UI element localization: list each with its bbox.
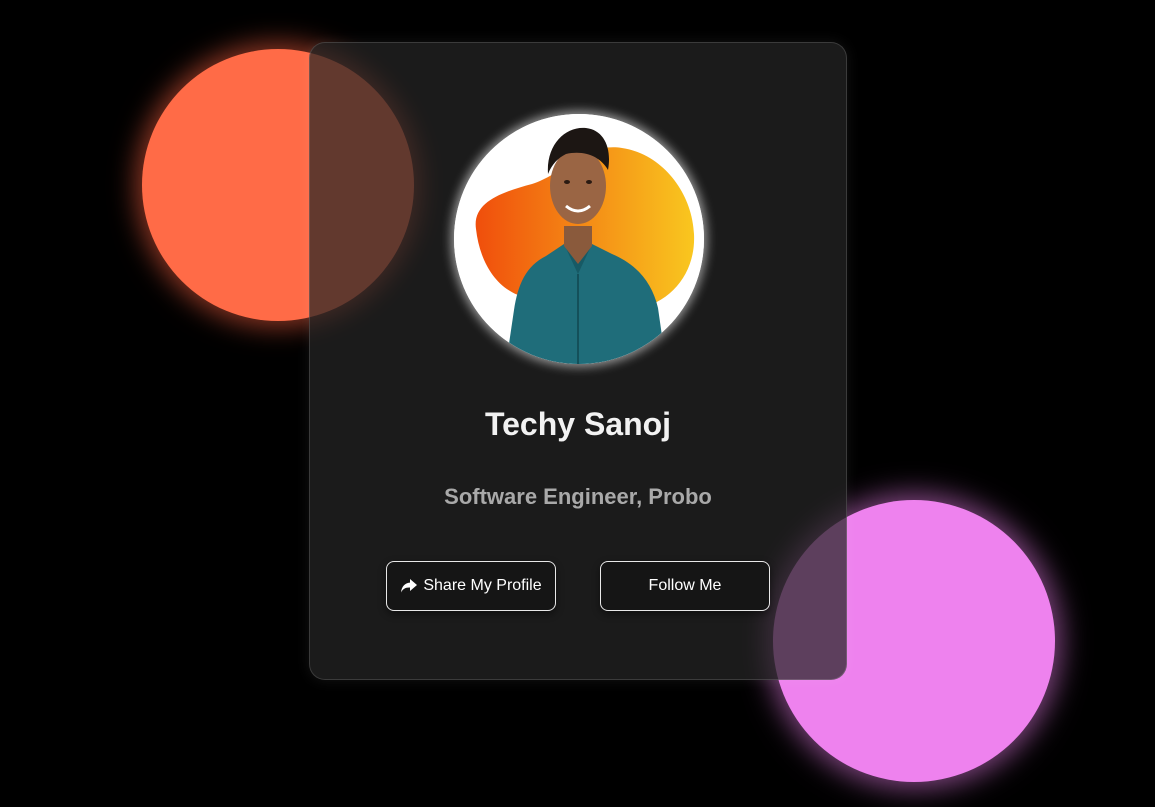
profile-photo bbox=[454, 114, 704, 364]
share-button-label: Share My Profile bbox=[423, 577, 542, 594]
follow-button[interactable]: Follow Me bbox=[600, 561, 770, 611]
page-background: Techy Sanoj Software Engineer, Probo Sha… bbox=[0, 0, 1155, 807]
share-profile-button[interactable]: Share My Profile bbox=[386, 561, 556, 611]
profile-card: Techy Sanoj Software Engineer, Probo Sha… bbox=[309, 42, 847, 680]
share-icon bbox=[400, 578, 418, 594]
profile-avatar bbox=[454, 114, 704, 364]
follow-button-label: Follow Me bbox=[648, 577, 722, 594]
profile-name: Techy Sanoj bbox=[484, 406, 672, 442]
profile-role: Software Engineer, Probo bbox=[444, 484, 712, 509]
